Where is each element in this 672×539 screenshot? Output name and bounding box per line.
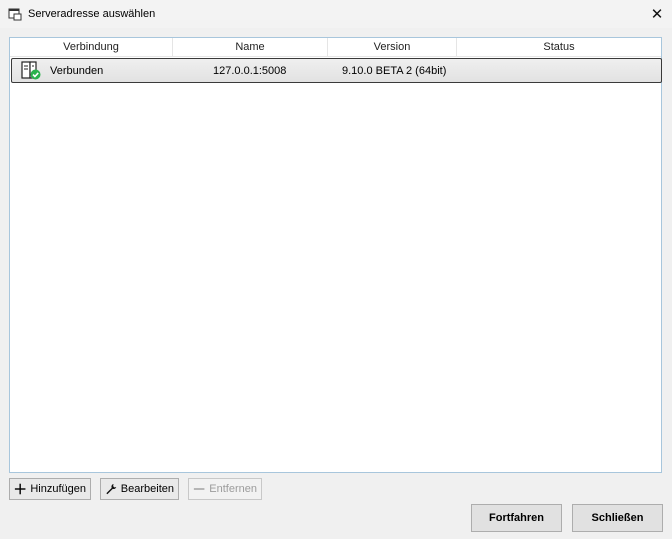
- title-bar: Serveradresse auswählen ✕: [0, 0, 672, 28]
- cell-version: 9.10.0 BETA 2 (64bit): [342, 64, 447, 77]
- column-header-version[interactable]: Version: [328, 38, 457, 57]
- app-icon: [8, 8, 22, 21]
- continue-button-label: Fortfahren: [489, 512, 544, 524]
- remove-button[interactable]: Entfernen: [188, 478, 262, 500]
- edit-button-label: Bearbeiten: [120, 483, 174, 495]
- cell-name: 127.0.0.1:5008: [213, 64, 287, 77]
- close-icon: ✕: [650, 6, 664, 23]
- add-button[interactable]: Hinzufügen: [9, 478, 91, 500]
- window-title: Serveradresse auswählen: [28, 8, 156, 20]
- close-button-label: Schließen: [591, 512, 644, 524]
- add-button-label: Hinzufügen: [30, 483, 86, 495]
- close-window-button[interactable]: ✕: [642, 0, 672, 28]
- wrench-icon: [106, 484, 117, 495]
- remove-button-label: Entfernen: [209, 483, 257, 495]
- minus-icon: [193, 488, 205, 490]
- edit-button[interactable]: Bearbeiten: [100, 478, 179, 500]
- server-list[interactable]: Verbindung Name Version Status Verbunden…: [9, 37, 662, 473]
- continue-button[interactable]: Fortfahren: [471, 504, 562, 532]
- close-button[interactable]: Schließen: [572, 504, 663, 532]
- column-header-name[interactable]: Name: [173, 38, 328, 57]
- plus-icon: [14, 483, 26, 495]
- server-connected-icon: [21, 61, 41, 80]
- list-header: Verbindung Name Version Status: [10, 38, 661, 57]
- column-header-status[interactable]: Status: [457, 38, 661, 57]
- table-row[interactable]: Verbunden 127.0.0.1:5008 9.10.0 BETA 2 (…: [11, 58, 662, 83]
- cell-connection: Verbunden: [50, 64, 104, 77]
- column-header-connection[interactable]: Verbindung: [10, 38, 173, 57]
